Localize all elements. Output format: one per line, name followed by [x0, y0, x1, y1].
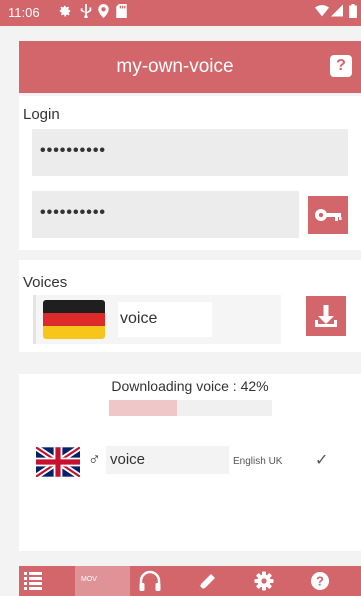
list-icon [24, 572, 42, 590]
login-key-button[interactable] [308, 196, 348, 234]
download-status-text: Downloading voice : 42% [111, 378, 269, 394]
nav-help-button[interactable]: ? [305, 566, 335, 596]
status-bar: 11:06 [0, 0, 361, 26]
status-time: 11:06 [8, 5, 40, 20]
installed-voice-name: voice [110, 451, 146, 468]
username-value: •••••••••• [40, 142, 107, 159]
voice-name: voice [120, 310, 158, 327]
download-progress-bar [109, 400, 272, 416]
main-screen: my-own-voice ? Login •••••••••• ••••••••… [0, 26, 361, 596]
help-icon: ? [311, 572, 329, 590]
nav-mov-tab[interactable]: MOV [75, 566, 130, 596]
app-title: my-own-voice [116, 56, 234, 77]
login-label: Login [23, 106, 60, 123]
voice-list-item[interactable]: voice [33, 295, 281, 344]
download-progress-fill [109, 400, 178, 416]
gear-icon [254, 571, 274, 591]
sd-card-icon [116, 4, 127, 21]
nav-headphones-button[interactable] [135, 566, 165, 596]
installed-voices-section: ♂ voice English UK ✓ [19, 436, 361, 551]
download-icon [315, 305, 337, 327]
usb-icon [80, 4, 92, 21]
download-progress-section: Downloading voice : 42% [19, 374, 361, 444]
bottom-nav-bar: MOV ? [19, 566, 361, 596]
username-field[interactable]: •••••••••• [32, 129, 348, 176]
battery-icon [349, 4, 357, 21]
mov-label: MOV [81, 576, 97, 583]
gear-icon [58, 4, 72, 21]
nav-edit-button[interactable] [191, 566, 221, 596]
login-section: Login •••••••••• •••••••••• [19, 96, 361, 250]
location-icon [98, 4, 109, 21]
voice-language-label: English UK [233, 456, 283, 467]
headphones-icon [139, 570, 161, 591]
nav-settings-button[interactable] [249, 566, 279, 596]
password-value: •••••••••• [40, 204, 107, 221]
pencil-icon [199, 574, 215, 590]
signal-icon [331, 4, 343, 20]
app-bar: my-own-voice ? [19, 41, 361, 93]
key-icon [315, 209, 342, 221]
wifi-icon [315, 4, 329, 20]
check-icon[interactable]: ✓ [315, 450, 328, 470]
voices-label: Voices [23, 274, 68, 291]
help-button[interactable]: ? [330, 55, 352, 77]
password-field[interactable]: •••••••••• [32, 191, 299, 238]
installed-voice-item[interactable]: ♂ voice English UK ✓ [19, 436, 361, 490]
svg-text:?: ? [316, 574, 324, 589]
uk-flag-icon [36, 447, 80, 477]
help-icon: ? [336, 57, 346, 74]
voice-name-box: voice [118, 302, 212, 337]
download-voice-button[interactable] [306, 296, 346, 336]
germany-flag-icon [43, 300, 105, 339]
nav-list-button[interactable] [19, 566, 47, 596]
installed-voice-name-box: voice [106, 446, 229, 474]
voices-section: Voices voice [19, 260, 361, 352]
male-icon: ♂ [88, 450, 101, 469]
